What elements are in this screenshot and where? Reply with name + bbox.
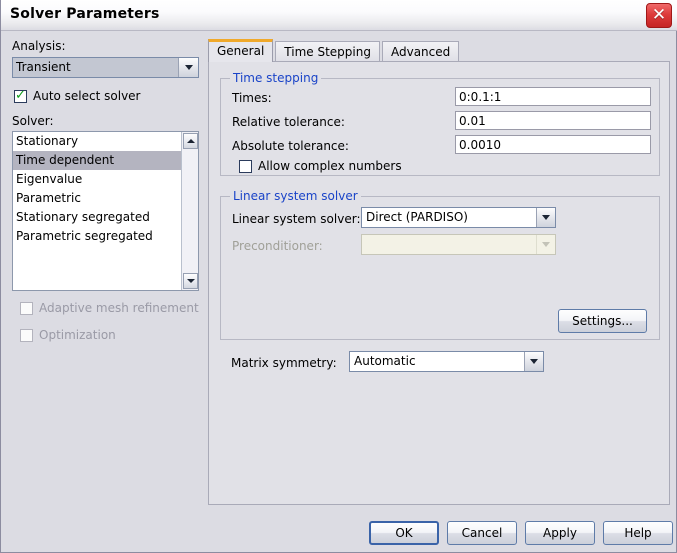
checkbox-box <box>239 159 252 173</box>
preconditioner-label: Preconditioner: <box>232 239 323 253</box>
matrix-symmetry-select[interactable]: Automatic <box>349 351 544 372</box>
settings-button[interactable]: Settings... <box>558 309 647 333</box>
list-item[interactable]: Eigenvalue <box>13 170 181 189</box>
auto-select-solver-label: Auto select solver <box>33 89 141 103</box>
linear-system-solver-legend: Linear system solver <box>230 189 361 203</box>
chevron-down-icon[interactable] <box>524 352 543 371</box>
optimization-label: Optimization <box>39 328 116 342</box>
analysis-select-value: Transient <box>13 58 179 77</box>
auto-select-solver-checkbox[interactable]: ✓ Auto select solver <box>14 89 141 103</box>
list-item[interactable]: Stationary segregated <box>13 208 181 227</box>
times-label: Times: <box>232 91 272 105</box>
title-bar: Solver Parameters ✕ <box>1 0 677 31</box>
solver-listbox[interactable]: Stationary Time dependent Eigenvalue Par… <box>12 131 199 291</box>
window-title: Solver Parameters <box>10 6 160 22</box>
adaptive-mesh-refinement-checkbox[interactable]: Adaptive mesh refinement <box>20 301 199 315</box>
checkbox-box <box>20 301 33 315</box>
time-stepping-legend: Time stepping <box>230 71 322 85</box>
tab-general[interactable]: General <box>208 39 274 62</box>
preconditioner-select <box>361 234 556 255</box>
solver-label: Solver: <box>12 114 54 128</box>
cancel-button[interactable]: Cancel <box>447 521 517 545</box>
scroll-up-icon[interactable] <box>183 133 198 149</box>
analysis-select[interactable]: Transient <box>12 57 199 78</box>
scroll-down-icon[interactable] <box>183 273 198 289</box>
check-icon: ✓ <box>15 87 26 103</box>
solver-listbox-items: Stationary Time dependent Eigenvalue Par… <box>13 132 181 290</box>
checkbox-box: ✓ <box>14 87 27 103</box>
chevron-down-icon <box>536 235 555 254</box>
relative-tolerance-input[interactable]: 0.01 <box>455 111 651 130</box>
absolute-tolerance-label: Absolute tolerance: <box>232 139 349 153</box>
relative-tolerance-label: Relative tolerance: <box>232 115 345 129</box>
list-item[interactable]: Parametric <box>13 189 181 208</box>
adaptive-mesh-refinement-label: Adaptive mesh refinement <box>39 301 199 315</box>
linear-system-solver-select[interactable]: Direct (PARDISO) <box>361 207 556 228</box>
apply-button[interactable]: Apply <box>525 521 595 545</box>
chevron-down-icon[interactable] <box>536 208 555 227</box>
absolute-tolerance-input[interactable]: 0.0010 <box>455 135 651 154</box>
tab-advanced[interactable]: Advanced <box>381 41 460 62</box>
close-glyph: ✕ <box>651 5 667 25</box>
general-tab-panel: Time stepping Times: 0:0.1:1 Relative to… <box>208 61 670 505</box>
ok-button[interactable]: OK <box>369 521 439 545</box>
solver-list-scrollbar[interactable] <box>181 132 198 290</box>
optimization-checkbox[interactable]: Optimization <box>20 328 116 342</box>
matrix-symmetry-select-value: Automatic <box>350 352 524 371</box>
list-item[interactable]: Parametric segregated <box>13 227 181 246</box>
allow-complex-numbers-label: Allow complex numbers <box>258 159 402 173</box>
matrix-symmetry-label: Matrix symmetry: <box>231 356 337 370</box>
list-item[interactable]: Time dependent <box>13 151 181 170</box>
list-item[interactable]: Stationary <box>13 132 181 151</box>
solver-parameters-dialog: Solver Parameters ✕ Analysis: Transient … <box>0 0 677 553</box>
chevron-down-icon[interactable] <box>179 58 198 77</box>
times-input[interactable]: 0:0.1:1 <box>455 87 651 106</box>
help-button[interactable]: Help <box>603 521 673 545</box>
tab-time-stepping[interactable]: Time Stepping <box>275 41 380 62</box>
tab-strip: General Time Stepping Advanced <box>208 39 460 62</box>
linear-system-solver-select-value: Direct (PARDISO) <box>362 208 536 227</box>
analysis-label: Analysis: <box>12 39 66 53</box>
preconditioner-select-value <box>362 235 536 254</box>
linear-system-solver-label: Linear system solver: <box>232 212 361 226</box>
time-stepping-group: Time stepping Times: 0:0.1:1 Relative to… <box>220 71 660 176</box>
close-icon[interactable]: ✕ <box>646 3 672 28</box>
checkbox-box <box>20 328 33 342</box>
allow-complex-numbers-checkbox[interactable]: Allow complex numbers <box>239 159 402 173</box>
